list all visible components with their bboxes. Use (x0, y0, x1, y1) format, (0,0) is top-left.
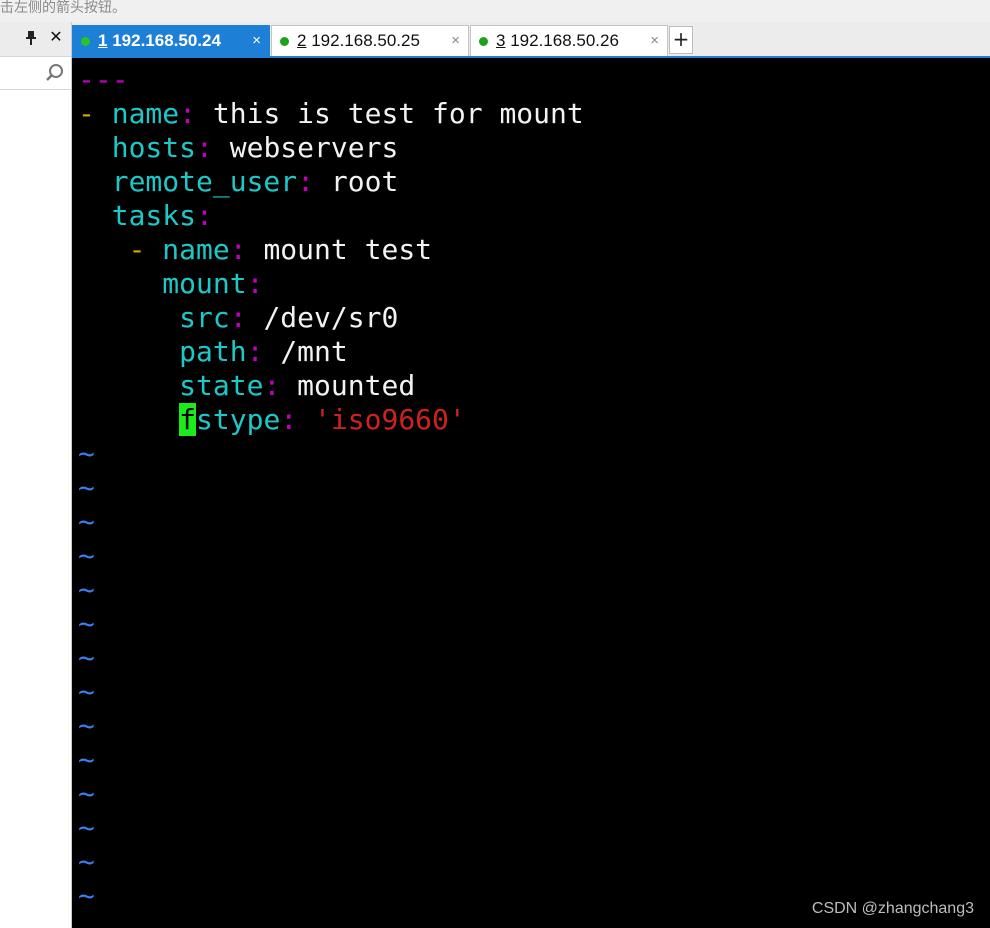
vim-empty-line: ~ (78, 437, 95, 470)
tab-host: 192.168.50.26 (510, 31, 619, 50)
pin-icon[interactable] (24, 30, 38, 46)
vim-empty-line: ~ (78, 811, 95, 844)
tab-host: 192.168.50.25 (311, 31, 420, 50)
watermark: CSDN @zhangchang3 (811, 900, 974, 917)
tab-session-1[interactable]: 1 192.168.50.24 × (72, 25, 270, 56)
terminal-line: remote_user: root (111, 165, 399, 198)
terminal-line: path: /mnt (179, 335, 348, 368)
hint-text: 击左侧的箭头按钮。 (0, 0, 990, 22)
session-panel-header: ✕ (0, 22, 71, 57)
tab-close-icon[interactable]: × (650, 26, 659, 56)
yaml-document-start: --- (78, 63, 129, 96)
terminal-screen[interactable]: --- - name: this is test for mount hosts… (72, 58, 990, 928)
search-icon[interactable] (45, 63, 65, 83)
vim-empty-line: ~ (78, 471, 95, 504)
add-tab-button[interactable]: + (669, 26, 693, 54)
vim-empty-line: ~ (78, 539, 95, 572)
vim-empty-line: ~ (78, 675, 95, 708)
session-search-field[interactable] (0, 57, 71, 90)
session-tab-bar: 1 192.168.50.24 × 2 192.168.50.25 × 3 19… (72, 22, 990, 57)
connected-status-icon (280, 37, 289, 46)
terminal-line: state: mounted (179, 369, 416, 402)
terminal-line: fstype: 'iso9660' (179, 403, 466, 436)
tab-close-icon[interactable]: × (252, 26, 261, 56)
terminal-line: mount: (162, 267, 264, 300)
terminal-line: - name: mount test (128, 233, 433, 266)
vim-empty-line: ~ (78, 641, 95, 674)
tab-host: 192.168.50.24 (112, 31, 221, 50)
vim-cursor: f (179, 403, 197, 436)
vim-empty-line: ~ (78, 845, 95, 878)
vim-empty-line: ~ (78, 573, 95, 606)
terminal-line: tasks: (111, 199, 213, 232)
connected-status-icon (81, 37, 90, 46)
session-panel: ✕ (0, 22, 72, 928)
tab-session-2[interactable]: 2 192.168.50.25 × (271, 25, 469, 56)
close-icon[interactable]: ✕ (48, 28, 64, 46)
tab-number: 2 (297, 31, 307, 50)
terminal-line: hosts: webservers (111, 131, 399, 164)
vim-empty-line: ~ (78, 777, 95, 810)
vim-empty-line: ~ (78, 879, 95, 912)
terminal-line: src: /dev/sr0 (179, 301, 399, 334)
terminal-line: - name: this is test for mount (78, 97, 584, 130)
tab-session-3[interactable]: 3 192.168.50.26 × (470, 25, 668, 56)
vim-empty-line: ~ (78, 709, 95, 742)
tab-number: 1 (98, 31, 108, 50)
connected-status-icon (479, 37, 488, 46)
vim-empty-line: ~ (78, 743, 95, 776)
tab-number: 3 (496, 31, 506, 50)
vim-empty-line: ~ (78, 505, 95, 538)
tab-close-icon[interactable]: × (451, 26, 460, 56)
vim-empty-line: ~ (78, 607, 95, 640)
